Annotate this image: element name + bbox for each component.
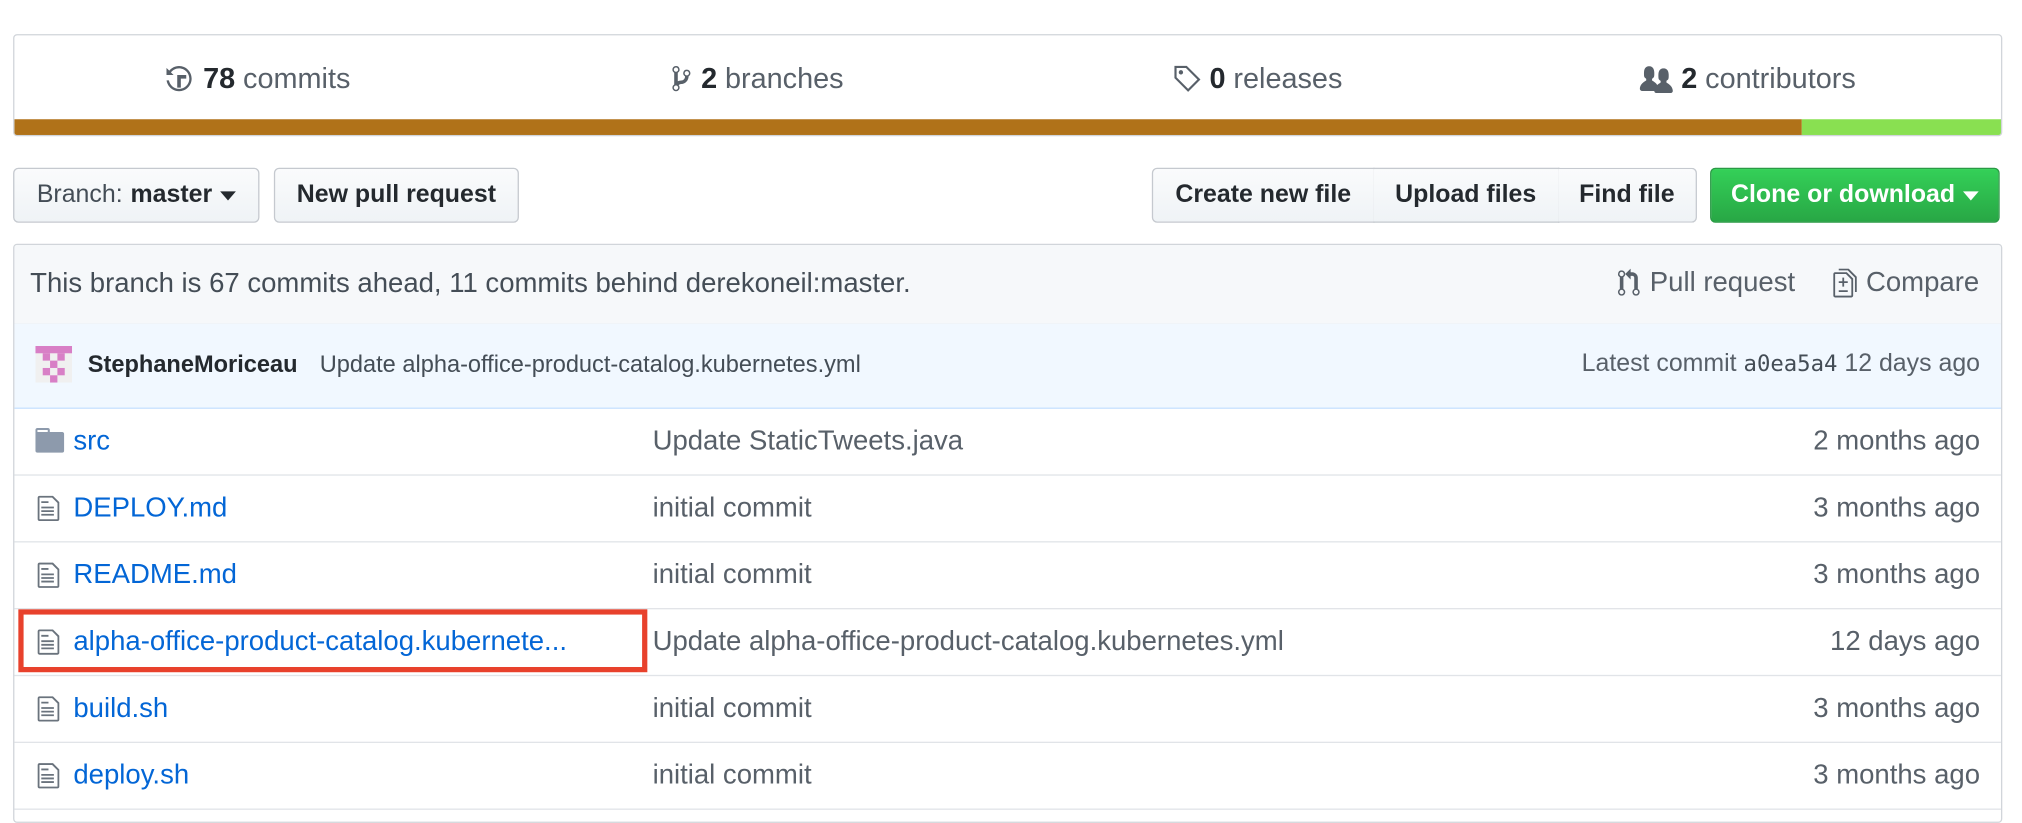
file-row: deploy.sh initial commit 3 months ago (14, 743, 2001, 810)
branches-count: 2 (701, 61, 718, 95)
repo-summary: 78 commits 2 branches 0 releases 2 contr… (13, 34, 2003, 137)
file-commit-age: 2 months ago (1813, 425, 1981, 457)
file-commit-age: 3 months ago (1813, 492, 1981, 523)
releases-count: 0 (1209, 61, 1226, 95)
commit-author-link[interactable]: StephaneMoriceau (88, 351, 298, 379)
file-name-link[interactable]: build.sh (73, 693, 168, 724)
file-commit-age: 3 months ago (1813, 693, 1981, 724)
file-commit-age: 3 months ago (1813, 559, 1981, 590)
branch-prefix: Branch: (36, 180, 123, 209)
avatar[interactable] (35, 345, 73, 383)
file-navigator: This branch is 67 commits ahead, 11 comm… (13, 243, 2003, 823)
file-commit-message-link[interactable]: Update alpha-office-product-catalog.kube… (653, 626, 1284, 657)
clone-or-download-label: Clone or download (1731, 180, 1956, 209)
tag-icon (1173, 64, 1202, 93)
git-pull-request-icon (1616, 268, 1642, 298)
file-commit-message-link[interactable]: initial commit (653, 493, 812, 524)
file-row: src Update StaticTweets.java 2 months ago (14, 409, 2001, 476)
contributors-label: contributors (1705, 61, 1856, 95)
compare-link[interactable]: Compare (1832, 267, 1979, 298)
language-bar[interactable] (14, 119, 2001, 135)
git-branch-icon (670, 64, 694, 93)
file-name-link[interactable]: src (73, 426, 110, 457)
branches-link[interactable]: 2 branches (670, 62, 844, 96)
people-icon (1639, 64, 1673, 94)
upload-files-button[interactable]: Upload files (1373, 167, 1560, 223)
new-pull-request-button[interactable]: New pull request (273, 167, 519, 223)
highlight-box (18, 609, 648, 673)
find-file-button[interactable]: Find file (1558, 167, 1697, 223)
caret-down-icon (1962, 190, 1979, 200)
history-icon (166, 64, 195, 93)
folder-icon (35, 427, 65, 453)
file-icon (35, 695, 61, 724)
file-row: build.sh initial commit 3 months ago (14, 676, 2001, 743)
language-bar-segment[interactable] (1802, 119, 2001, 135)
latest-commit-info: Latest commit a0ea5a4 12 days ago (1582, 350, 1980, 379)
file-commit-message-link[interactable]: initial commit (653, 693, 812, 724)
caret-down-icon (220, 190, 236, 200)
commits-link[interactable]: 78 commits (166, 62, 350, 96)
file-commit-message-link[interactable]: initial commit (653, 760, 812, 791)
file-commit-age: 12 days ago (1830, 626, 1981, 657)
file-commit-age: 3 months ago (1813, 760, 1981, 791)
branches-label: branches (724, 61, 844, 95)
pull-request-label: Pull request (1649, 267, 1796, 298)
file-name-link[interactable]: README.md (73, 560, 237, 591)
clone-or-download-button[interactable]: Clone or download (1710, 167, 2000, 223)
releases-link[interactable]: 0 releases (1173, 61, 1343, 96)
commit-sha-link[interactable]: a0ea5a4 (1744, 351, 1838, 377)
file-icon (35, 561, 61, 590)
file-name-link[interactable]: DEPLOY.md (73, 493, 227, 524)
branch-name: master (130, 180, 213, 209)
file-commit-message-link[interactable]: Update StaticTweets.java (653, 426, 964, 457)
branch-status-bar: This branch is 67 commits ahead, 11 comm… (14, 245, 2001, 325)
contributors-count: 2 (1681, 61, 1698, 95)
pull-request-link[interactable]: Pull request (1616, 267, 1795, 298)
file-row: README.md initial commit 3 months ago (14, 543, 2001, 610)
latest-commit-prefix: Latest commit (1581, 349, 1737, 378)
latest-commit-bar: StephaneMoriceau Update alpha-office-pro… (14, 323, 2001, 409)
commit-message-link[interactable]: Update alpha-office-product-catalog.kube… (320, 351, 861, 379)
latest-commit-age: 12 days ago (1844, 349, 1981, 378)
language-bar-segment[interactable] (14, 119, 1803, 135)
create-new-file-button[interactable]: Create new file (1151, 167, 1375, 223)
diff-icon (1832, 268, 1858, 298)
releases-label: releases (1233, 61, 1343, 95)
file-row: DEPLOY.md initial commit 3 months ago (14, 476, 2001, 543)
contributors-link[interactable]: 2 contributors (1639, 61, 1856, 96)
file-name-link[interactable]: deploy.sh (73, 760, 189, 791)
branch-select-button[interactable]: Branch: master (13, 167, 260, 223)
compare-label: Compare (1866, 267, 1980, 298)
file-icon (35, 494, 61, 523)
commits-count: 78 (203, 61, 236, 95)
branch-status-message: This branch is 67 commits ahead, 11 comm… (30, 268, 911, 299)
commits-label: commits (243, 61, 351, 95)
file-commit-message-link[interactable]: initial commit (653, 560, 812, 591)
